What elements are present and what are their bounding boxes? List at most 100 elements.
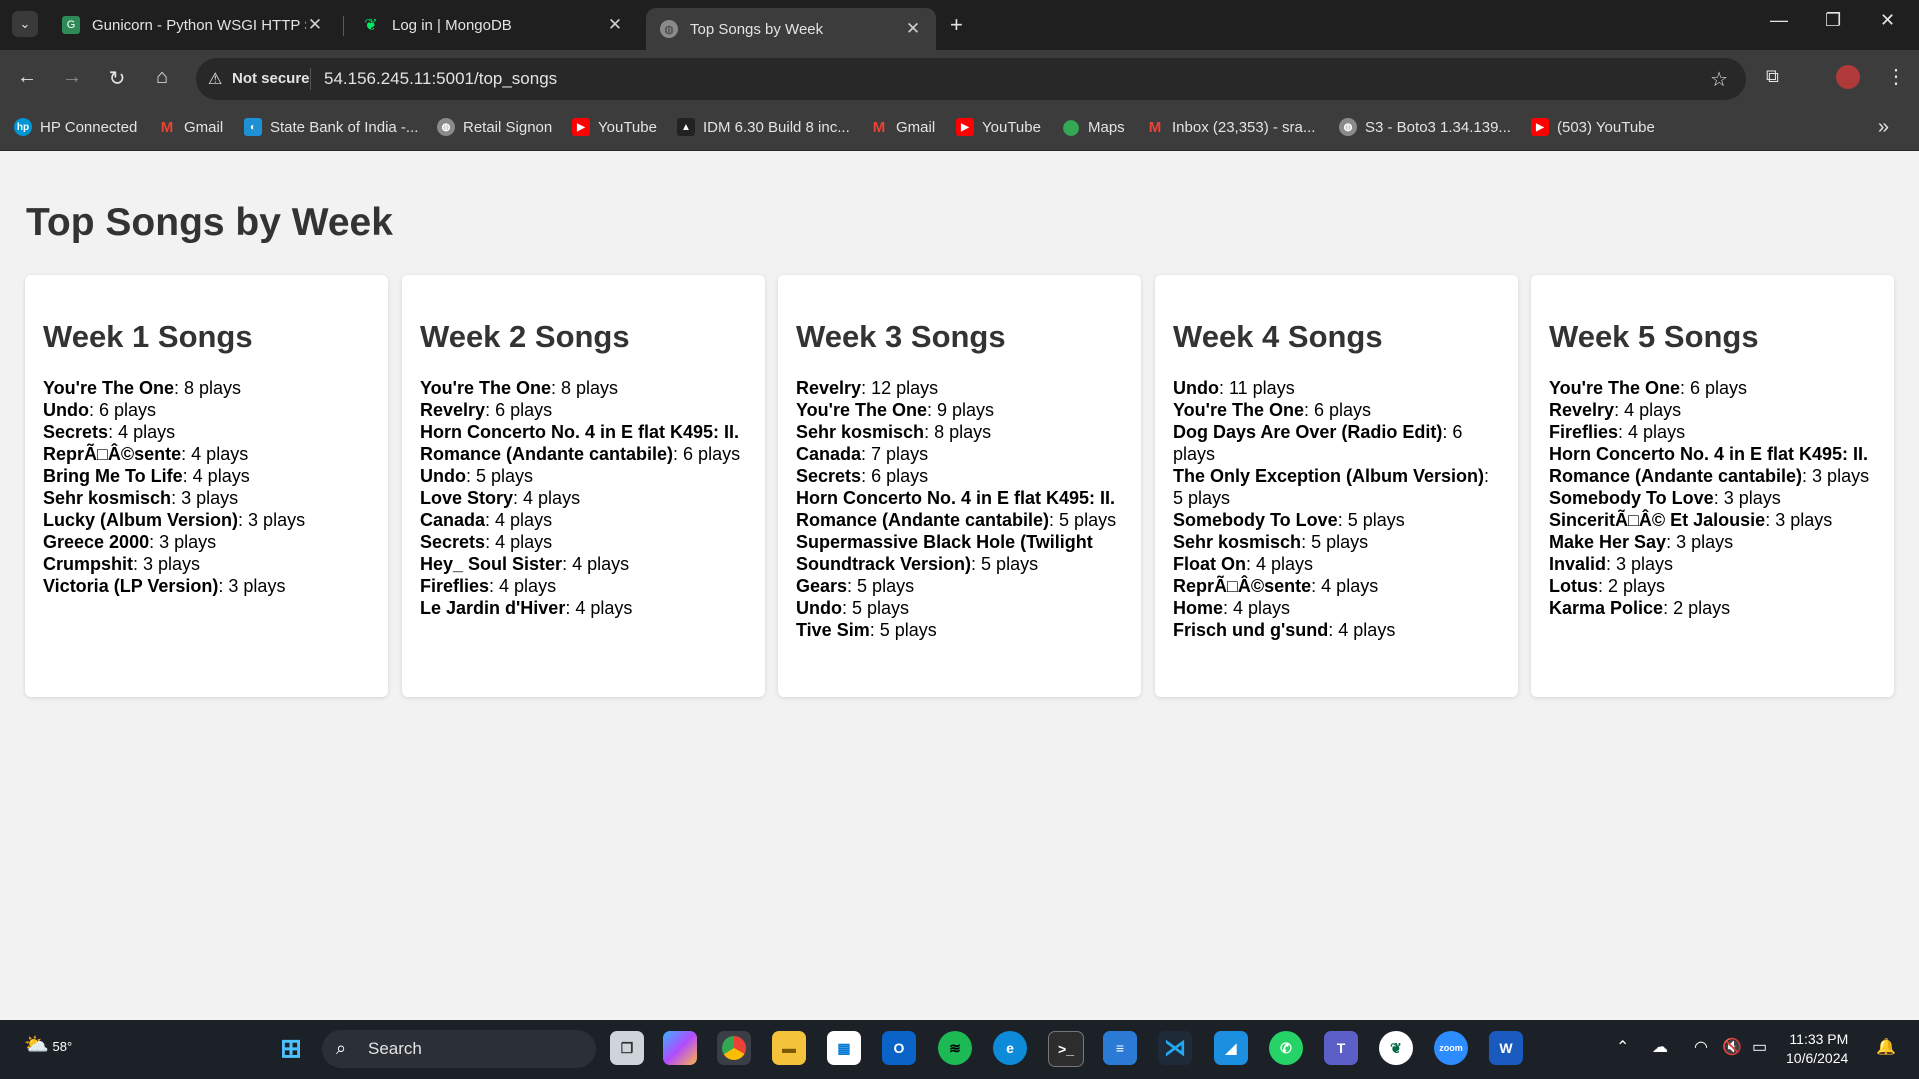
- bookmark-retail-signon[interactable]: ◍ Retail Signon: [437, 118, 552, 136]
- bookmark-hp-connected[interactable]: hp HP Connected: [14, 118, 137, 136]
- week-card-5: Week 5 Songs You're The One: 6 plays Rev…: [1531, 275, 1894, 697]
- song-item: Supermassive Black Hole (Twilight Soundt…: [796, 531, 1123, 575]
- url-text[interactable]: 54.156.245.11:5001/top_songs: [324, 69, 557, 89]
- outlook-icon[interactable]: O: [882, 1031, 916, 1065]
- song-name: Bring Me To Life: [43, 466, 183, 486]
- forward-button[interactable]: →: [59, 66, 85, 89]
- new-tab-button[interactable]: +: [950, 12, 963, 38]
- song-name: Lotus: [1549, 576, 1598, 596]
- notification-bell-icon[interactable]: 🔔: [1876, 1037, 1896, 1057]
- song-item: Karma Police: 2 plays: [1549, 597, 1876, 619]
- close-icon: ✕: [1880, 10, 1896, 30]
- zoom-icon[interactable]: zoom: [1434, 1031, 1468, 1065]
- back-button[interactable]: ←: [14, 66, 40, 89]
- battery-icon[interactable]: ▭: [1752, 1037, 1767, 1057]
- maps-icon: ⬤: [1062, 119, 1080, 136]
- edge-icon[interactable]: e: [993, 1031, 1027, 1065]
- onedrive-cloud-icon[interactable]: ☁: [1652, 1037, 1668, 1057]
- song-plays: : 7 plays: [861, 444, 929, 464]
- close-icon[interactable]: ✕: [904, 19, 922, 39]
- song-item: Love Story: 4 plays: [420, 487, 747, 509]
- store-icon[interactable]: ▦: [827, 1031, 861, 1065]
- song-item: Victoria (LP Version): 3 plays: [43, 575, 370, 597]
- song-item: Revelry: 6 plays: [420, 399, 747, 421]
- address-bar[interactable]: ⚠ Not secure 54.156.245.11:5001/top_song…: [196, 58, 1746, 100]
- weather-widget[interactable]: ⛅ 58°: [24, 1032, 72, 1057]
- globe-icon: ◍: [1339, 118, 1357, 136]
- bookmark-star-icon[interactable]: ☆: [1710, 67, 1728, 92]
- chevron-double-right-icon[interactable]: »: [1878, 116, 1889, 139]
- week-heading: Week 1 Songs: [43, 319, 253, 354]
- mongodb-compass-icon[interactable]: ❦: [1379, 1031, 1413, 1065]
- song-name: Lucky (Album Version): [43, 510, 239, 530]
- tab-search-button[interactable]: ⌄: [12, 11, 38, 37]
- restore-button[interactable]: ❐: [1825, 10, 1841, 31]
- bookmark-s3-boto3[interactable]: ◍ S3 - Boto3 1.34.139...: [1339, 118, 1511, 136]
- clock[interactable]: 11:33 PM 10/6/2024: [1786, 1030, 1848, 1068]
- restore-icon: ❐: [1825, 10, 1842, 30]
- bookmark-inbox[interactable]: M Inbox (23,353) - sra...: [1146, 118, 1316, 136]
- clock-time: 11:33 PM: [1789, 1031, 1849, 1047]
- vscode-icon[interactable]: ⋊: [1158, 1031, 1192, 1065]
- song-plays: : 5 plays: [847, 576, 915, 596]
- song-name: Sehr kosmisch: [796, 422, 925, 442]
- song-item: Undo: 6 plays: [43, 399, 370, 421]
- song-item: ReprÃ□Â©sente: 4 plays: [1173, 575, 1500, 597]
- tab-mongodb[interactable]: ❦ Log in | MongoDB ✕: [348, 8, 638, 42]
- spotify-icon[interactable]: ≋: [938, 1031, 972, 1065]
- search-icon: ⌕: [336, 1038, 347, 1058]
- speaker-muted-icon[interactable]: 🔇: [1722, 1037, 1742, 1057]
- song-name: Sehr kosmisch: [1173, 532, 1302, 552]
- bookmark-maps[interactable]: ⬤ Maps: [1062, 118, 1125, 137]
- wifi-icon[interactable]: ◠: [1694, 1037, 1708, 1057]
- song-item: Horn Concerto No. 4 in E flat K495: II. …: [420, 421, 747, 465]
- sbi-icon: ◐: [244, 118, 262, 136]
- song-plays: : 5 plays: [1301, 532, 1369, 552]
- chevron-up-icon[interactable]: ⌃: [1616, 1037, 1629, 1057]
- extensions-icon[interactable]: ⧉: [1766, 66, 1779, 87]
- close-icon[interactable]: ✕: [306, 15, 324, 35]
- close-window-button[interactable]: ✕: [1880, 10, 1895, 31]
- song-item: Sehr kosmisch: 3 plays: [43, 487, 370, 509]
- tab-gunicorn[interactable]: G Gunicorn - Python WSGI HTTP S ✕: [48, 8, 338, 42]
- bookmark-sbi[interactable]: ◐ State Bank of India -...: [244, 118, 418, 136]
- windows-start-icon[interactable]: ⊞: [274, 1031, 308, 1065]
- bookmark-gmail-2[interactable]: M Gmail: [870, 118, 935, 136]
- close-icon[interactable]: ✕: [606, 15, 624, 35]
- song-item: ReprÃ□Â©sente: 4 plays: [43, 443, 370, 465]
- bookmark-youtube[interactable]: ▶ YouTube: [572, 118, 657, 136]
- teams-icon[interactable]: T: [1324, 1031, 1358, 1065]
- song-name: Revelry: [1549, 400, 1615, 420]
- minimize-button[interactable]: —: [1770, 10, 1788, 31]
- bookmark-youtube-2[interactable]: ▶ YouTube: [956, 118, 1041, 136]
- globe-icon: ◍: [437, 118, 455, 136]
- terminal-icon[interactable]: >_: [1048, 1031, 1084, 1067]
- song-name: Undo: [1173, 378, 1219, 398]
- song-name: Greece 2000: [43, 532, 150, 552]
- paint-icon[interactable]: ◢: [1214, 1031, 1248, 1065]
- notepad-icon[interactable]: ≡: [1103, 1031, 1137, 1065]
- chrome-icon[interactable]: [717, 1031, 751, 1065]
- taskbar-search[interactable]: ⌕ Search: [322, 1030, 596, 1068]
- tab-top-songs[interactable]: ◍ Top Songs by Week ✕: [646, 8, 936, 50]
- kebab-menu-icon[interactable]: ⋮: [1886, 64, 1906, 89]
- word-icon[interactable]: W: [1489, 1031, 1523, 1065]
- reload-button[interactable]: ↻: [104, 66, 130, 91]
- song-plays: : 3 plays: [171, 488, 239, 508]
- copilot-icon[interactable]: [663, 1031, 697, 1065]
- song-item: SinceritÃ□Â© Et Jalousie: 3 plays: [1549, 509, 1876, 531]
- song-name: Victoria (LP Version): [43, 576, 219, 596]
- bookmark-idm[interactable]: ▲ IDM 6.30 Build 8 inc...: [677, 118, 850, 136]
- security-label[interactable]: Not secure: [232, 70, 310, 87]
- bookmark-503-youtube[interactable]: ▶ (503) YouTube: [1531, 118, 1655, 136]
- task-view-icon[interactable]: ❐: [610, 1031, 644, 1065]
- home-button[interactable]: ⌂: [149, 66, 175, 89]
- avatar[interactable]: [1836, 65, 1860, 89]
- whatsapp-icon[interactable]: ✆: [1269, 1031, 1303, 1065]
- song-item: Make Her Say: 3 plays: [1549, 531, 1876, 553]
- song-item: Revelry: 12 plays: [796, 377, 1123, 399]
- bookmark-gmail[interactable]: M Gmail: [158, 118, 223, 136]
- song-plays: : 5 plays: [841, 598, 910, 618]
- song-item: Hey_ Soul Sister: 4 plays: [420, 553, 747, 575]
- file-explorer-icon[interactable]: ▬: [772, 1031, 806, 1065]
